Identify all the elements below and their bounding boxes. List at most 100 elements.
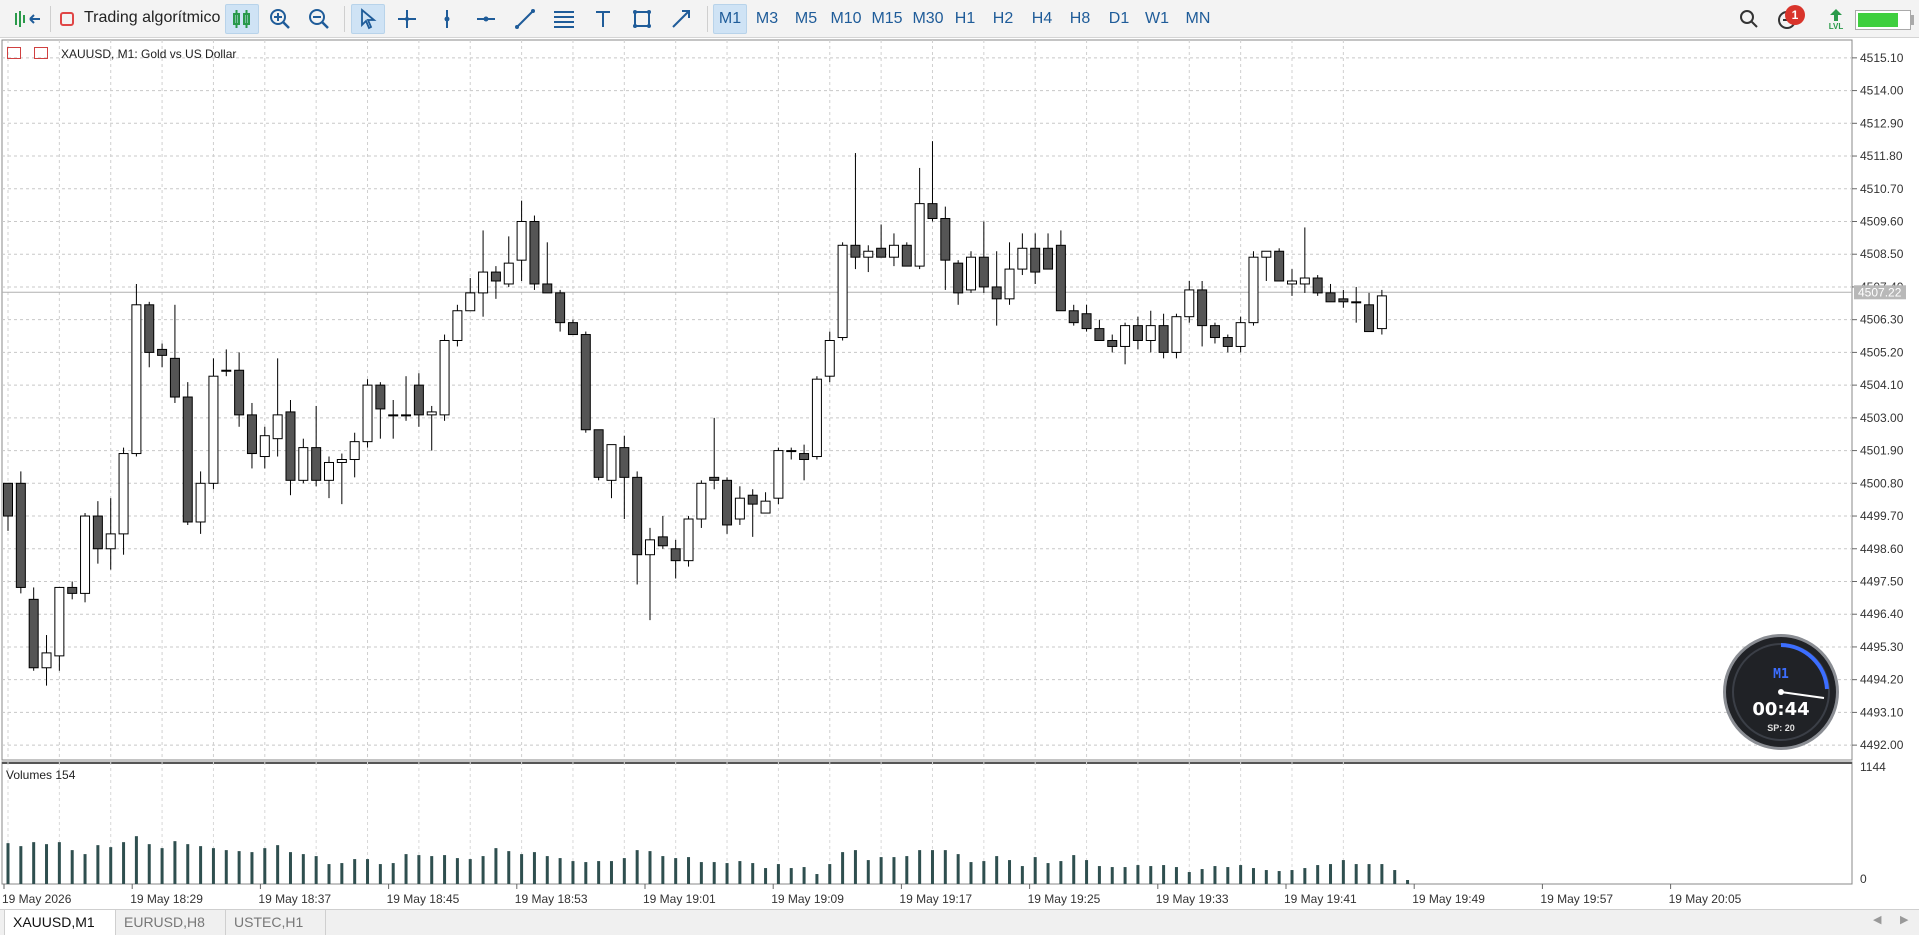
- candle-body: [619, 447, 630, 478]
- algo-trading-button[interactable]: Trading algorítmico: [84, 9, 220, 27]
- timeframe-m15[interactable]: M15: [868, 4, 906, 34]
- candle-body: [490, 271, 501, 282]
- candle-body: [799, 453, 810, 461]
- candle-body: [28, 598, 39, 669]
- candle-body: [991, 286, 1002, 300]
- candle-body: [1158, 325, 1169, 353]
- price-tick-label: 4504.10: [1860, 378, 1904, 392]
- timeframe-mn[interactable]: MN: [1178, 4, 1218, 34]
- cursor-icon[interactable]: [351, 4, 385, 34]
- candlestick-chart-icon[interactable]: [225, 4, 259, 34]
- timer-hand: [1780, 691, 1825, 699]
- equidistant-channel-icon[interactable]: [548, 4, 580, 34]
- tabs-scroll-left-icon[interactable]: ◀: [1873, 913, 1881, 926]
- price-tick-label: 4500.80: [1860, 476, 1904, 490]
- price-tick-label: 4514.00: [1860, 84, 1904, 98]
- arrow-tool-icon[interactable]: [665, 4, 697, 34]
- candle-body: [375, 384, 386, 410]
- candle-body: [1120, 325, 1131, 347]
- volume-scale-bottom: 0: [1860, 872, 1867, 886]
- candle-body: [863, 250, 874, 258]
- trend-line-icon[interactable]: [509, 4, 541, 34]
- search-icon[interactable]: [1735, 4, 1763, 34]
- candle-body: [734, 497, 745, 520]
- candle-body: [1184, 289, 1195, 318]
- timeframe-m5[interactable]: M5: [789, 4, 823, 34]
- tab-ustec-h1[interactable]: USTEC,H1: [226, 910, 326, 935]
- time-tick-label: 19 May 20:05: [1669, 892, 1742, 906]
- candle-body: [876, 247, 887, 258]
- candle-body: [542, 283, 553, 294]
- tab-eurusd-h8[interactable]: EURUSD,H8: [116, 910, 226, 935]
- text-tool-icon[interactable]: [587, 4, 619, 34]
- timeframe-m30[interactable]: M30: [909, 4, 947, 34]
- price-tick-label: 4512.90: [1860, 116, 1904, 130]
- zoom-in-icon[interactable]: [264, 4, 296, 34]
- timer-countdown: 00:44: [1752, 699, 1810, 720]
- candle-body: [1376, 295, 1387, 330]
- candle-body: [927, 203, 938, 220]
- algo-trading-panel-icon[interactable]: [10, 4, 46, 34]
- timeframe-h1[interactable]: H1: [948, 4, 982, 34]
- crosshair-icon[interactable]: [391, 4, 423, 34]
- horizontal-line-icon[interactable]: [470, 4, 502, 34]
- candle-body: [593, 429, 604, 478]
- candle-body: [401, 414, 412, 417]
- candle-body: [105, 533, 116, 550]
- candle-body: [1299, 277, 1310, 285]
- tabs-scroll-right-icon[interactable]: ▶: [1900, 913, 1908, 926]
- shapes-icon[interactable]: [626, 4, 658, 34]
- candle-body: [606, 444, 617, 481]
- toolbar-separator: [707, 6, 708, 32]
- candle-body: [1209, 325, 1220, 339]
- time-tick-label: 19 May 19:41: [1284, 892, 1357, 906]
- candle-body: [1274, 250, 1285, 282]
- time-tick-label: 19 May 18:45: [387, 892, 460, 906]
- candle-body: [413, 384, 424, 416]
- timeframe-d1[interactable]: D1: [1102, 4, 1136, 34]
- volume-scale-top: 1144: [1860, 760, 1886, 774]
- candle-body: [131, 304, 142, 455]
- vertical-line-icon[interactable]: [431, 4, 463, 34]
- price-tick-label: 4496.40: [1860, 607, 1904, 621]
- candle-body: [1043, 247, 1054, 270]
- price-chart[interactable]: 4515.10 4514.00 4512.90 4511.80 4510.70 4509.…: [0, 39, 1919, 909]
- signal-level-icon[interactable]: LVL: [1822, 4, 1850, 34]
- candle-body: [632, 476, 643, 556]
- connection-strength-tip: [1911, 15, 1914, 25]
- price-pane-frame: [1, 39, 1853, 761]
- connection-strength-indicator: [1855, 10, 1911, 30]
- timeframe-h8[interactable]: H8: [1063, 4, 1097, 34]
- algo-trading-status-icon[interactable]: [60, 12, 74, 26]
- candle-body: [362, 384, 373, 443]
- candle-body: [1145, 325, 1156, 341]
- timeframe-h2[interactable]: H2: [986, 4, 1020, 34]
- candle-body: [311, 447, 322, 481]
- candle-body: [157, 348, 168, 356]
- candle-body: [80, 515, 91, 594]
- zoom-out-icon[interactable]: [303, 4, 335, 34]
- candle-body: [940, 218, 951, 261]
- candle-body: [824, 339, 835, 377]
- candle-body: [747, 494, 758, 505]
- candle-body: [722, 479, 733, 526]
- price-tick-label: 4510.70: [1860, 182, 1904, 196]
- chart-properties-icon[interactable]: [7, 47, 21, 59]
- tab-xauusd-m1[interactable]: XAUUSD,M1: [4, 910, 116, 935]
- timeframe-h4[interactable]: H4: [1025, 4, 1059, 34]
- candle-body: [349, 441, 360, 461]
- candle-body: [465, 292, 476, 312]
- candle-body: [1364, 304, 1375, 333]
- candle-body: [516, 220, 527, 261]
- time-tick-label: 19 May 19:01: [643, 892, 716, 906]
- candle-body: [683, 518, 694, 562]
- timeframe-m3[interactable]: M3: [750, 4, 784, 34]
- volumes-label: Volumes 154: [6, 768, 76, 782]
- time-tick-label: 19 May 19:57: [1540, 892, 1613, 906]
- candle-body: [324, 461, 334, 481]
- timeframe-m1[interactable]: M1: [713, 4, 747, 34]
- timeframe-m10[interactable]: M10: [827, 4, 865, 34]
- candle-body: [1235, 322, 1246, 347]
- timeframe-w1[interactable]: W1: [1140, 4, 1174, 34]
- chart-type-icon[interactable]: [34, 47, 48, 59]
